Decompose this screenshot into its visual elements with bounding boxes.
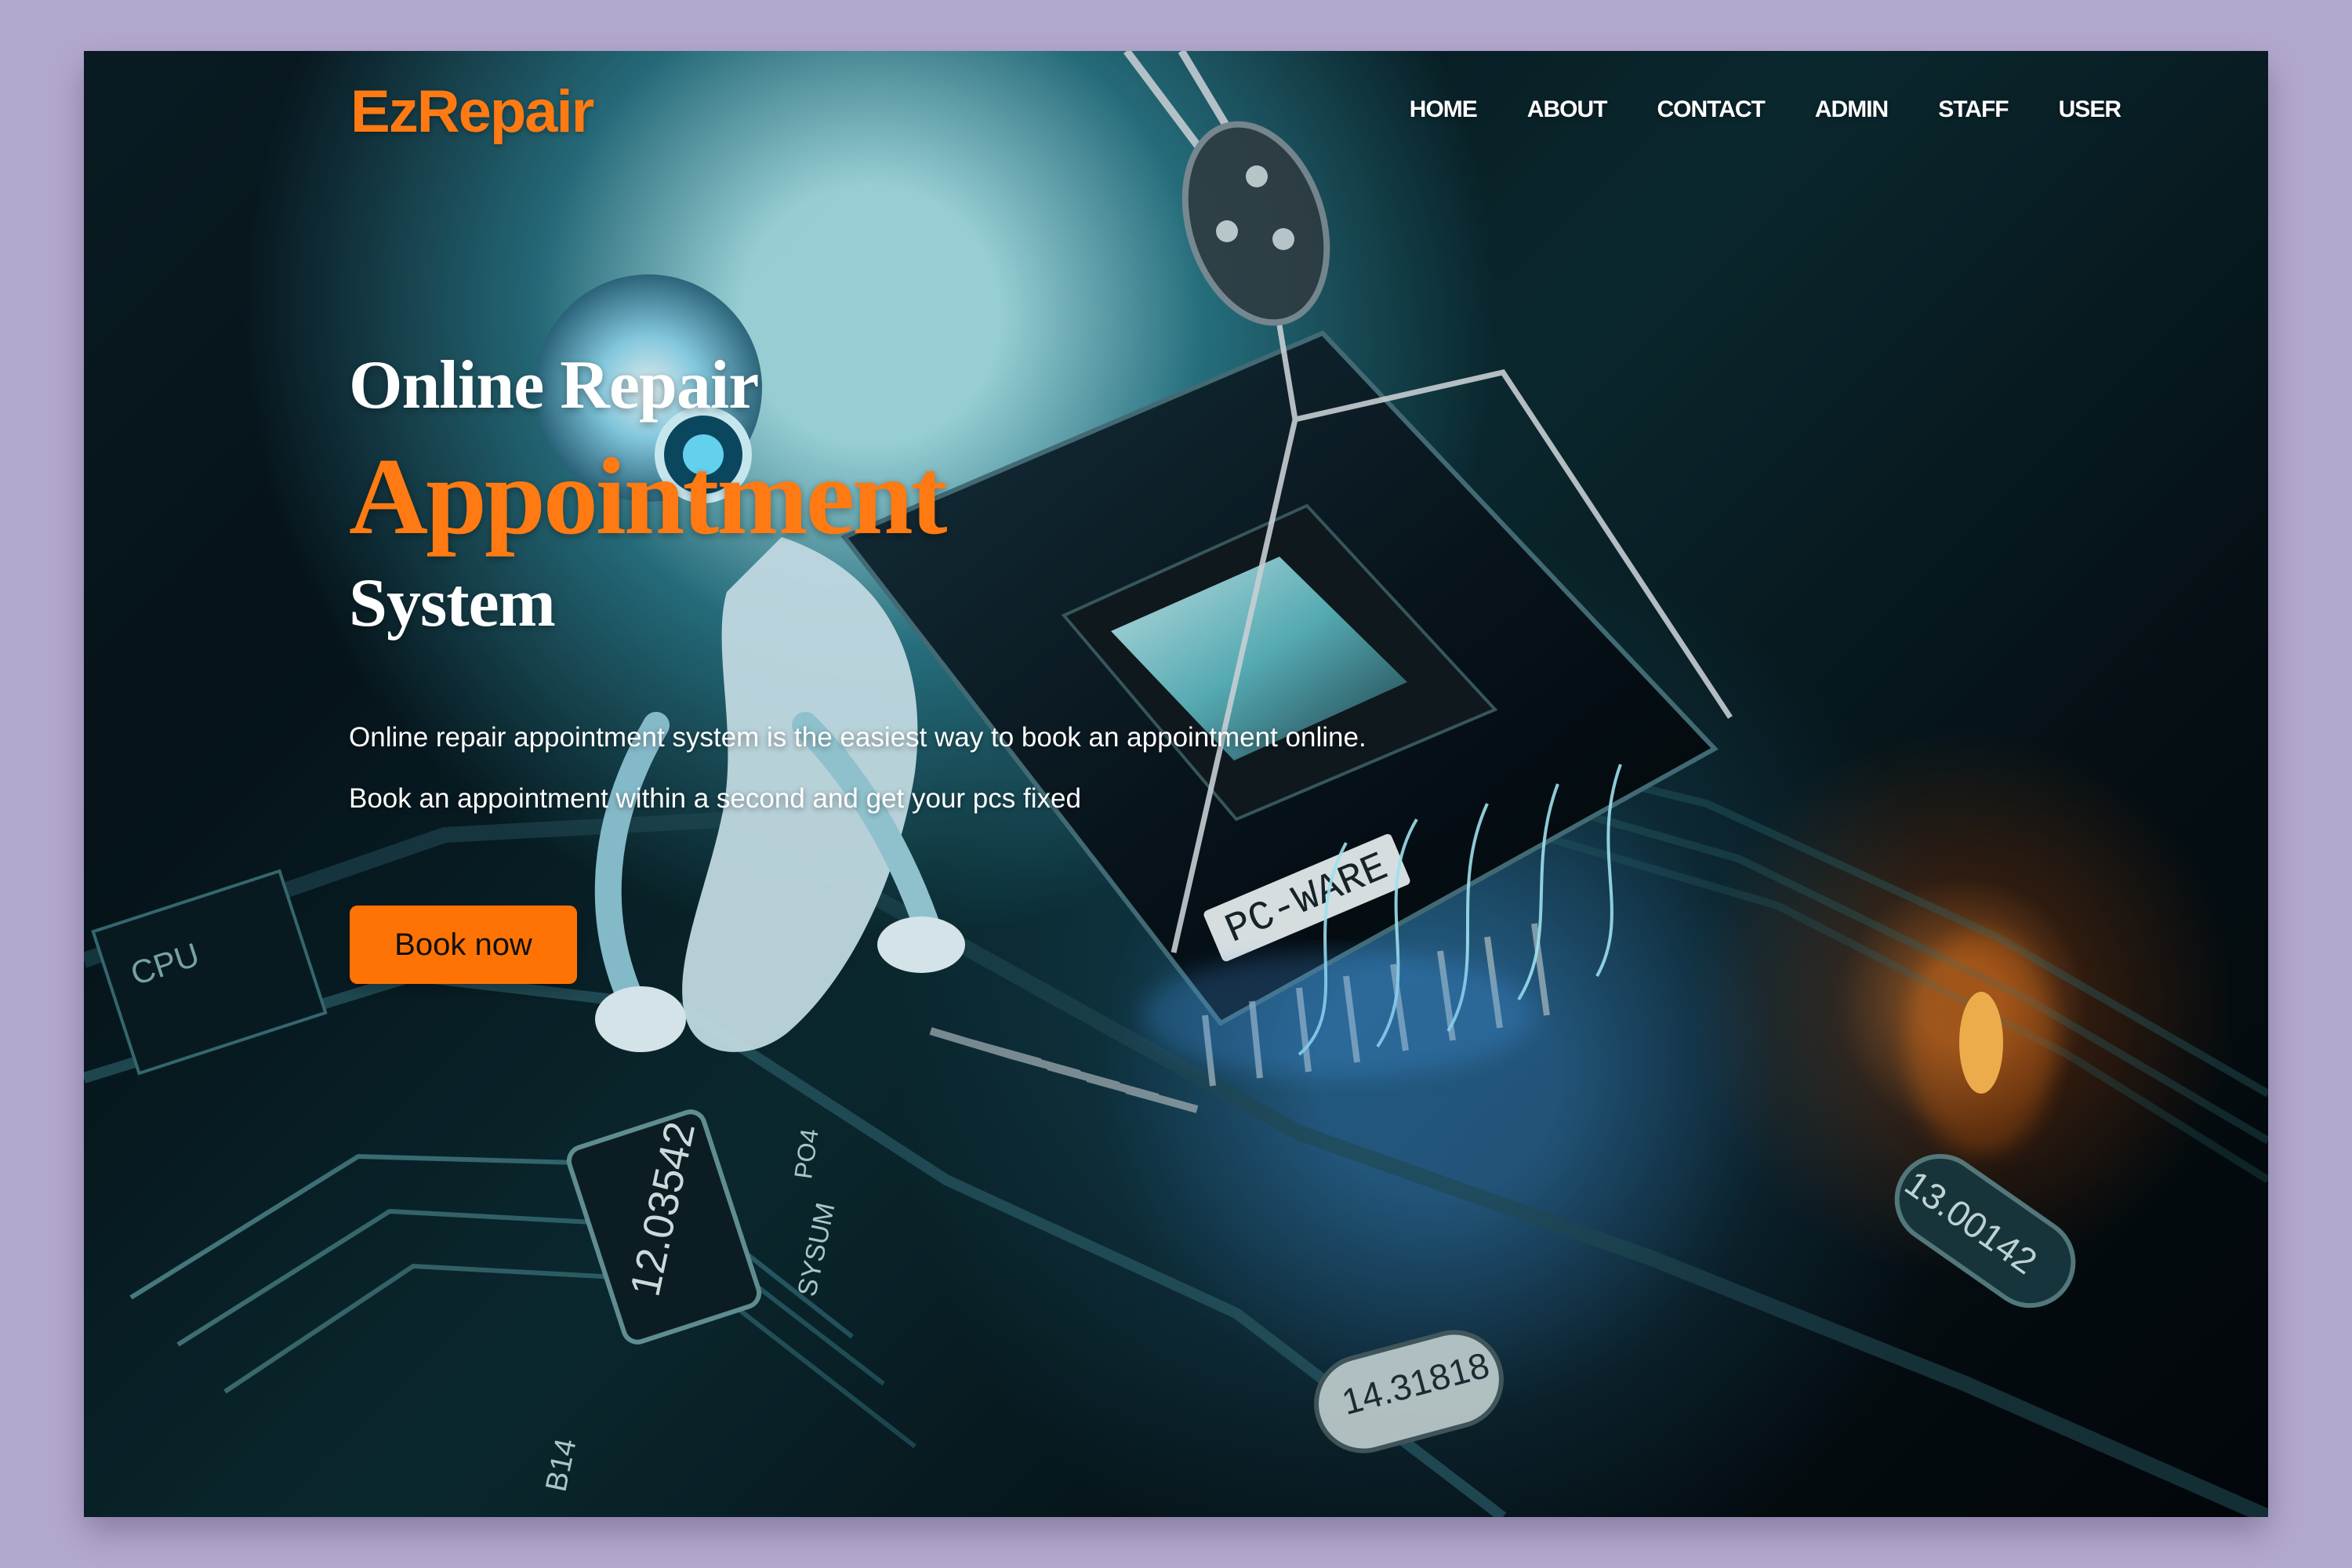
- board-light: [1907, 933, 2056, 1152]
- top-navigation: HOME ABOUT CONTACT ADMIN STAFF USER: [1410, 96, 2122, 123]
- hero-section: Online Repair Appointment System Online …: [349, 351, 1446, 829]
- hero-description-line-2: Book an appointment within a second and …: [349, 783, 1081, 814]
- circuit-board: CPU 12.03542 14.31818 13.00142 SYSUM PO4…: [84, 729, 2268, 1517]
- nav-user[interactable]: USER: [2059, 96, 2122, 123]
- hero-description: Online repair appointment system is the …: [349, 707, 1446, 829]
- crystal-label-2: 14.31818: [1338, 1344, 1494, 1422]
- crystal-label-1: 12.03542: [622, 1118, 705, 1301]
- hero-title-line-3: System: [349, 565, 556, 641]
- nav-home[interactable]: HOME: [1410, 96, 1478, 123]
- chip-brand-label: PC-WARE: [1219, 844, 1395, 954]
- crystal-label-3: 13.00142: [1898, 1162, 2045, 1282]
- nav-admin[interactable]: ADMIN: [1815, 96, 1889, 123]
- browser-window: CPU 12.03542 14.31818 13.00142 SYSUM PO4…: [84, 51, 2268, 1517]
- nav-about[interactable]: ABOUT: [1527, 96, 1608, 123]
- brand-logo[interactable]: EzRepair: [350, 78, 594, 146]
- board-label-1: SYSUM: [792, 1200, 840, 1299]
- hero-description-line-1: Online repair appointment system is the …: [349, 722, 1367, 753]
- board-label-2: PO4: [789, 1127, 824, 1180]
- hero-title-line-2: Appointment: [349, 436, 947, 557]
- nav-contact[interactable]: CONTACT: [1657, 96, 1765, 123]
- nav-staff[interactable]: STAFF: [1938, 96, 2009, 123]
- board-label-3: B14: [539, 1436, 583, 1494]
- book-now-button[interactable]: Book now: [350, 906, 577, 984]
- hero-title-line-1: Online Repair: [349, 347, 759, 423]
- cpu-label: CPU: [126, 935, 204, 992]
